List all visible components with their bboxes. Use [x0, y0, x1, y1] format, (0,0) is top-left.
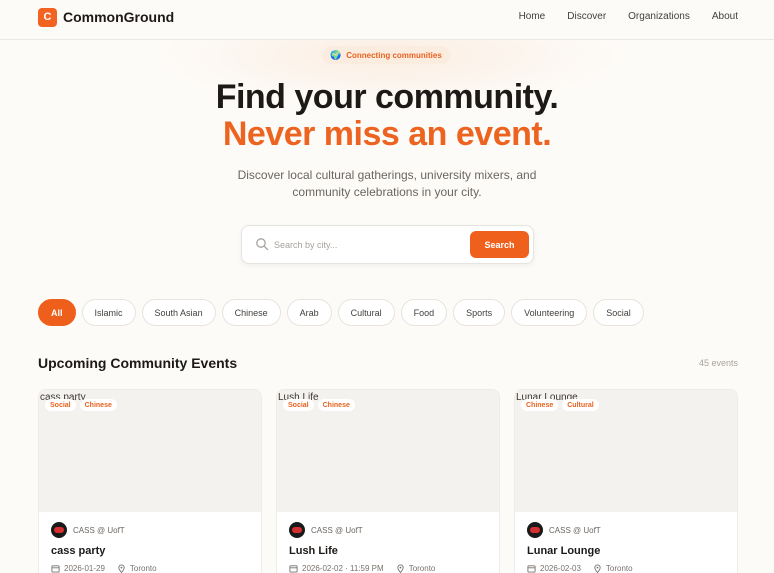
brand-logo[interactable]: C CommonGround [38, 7, 174, 27]
site-header: C CommonGround Home Discover Organizatio… [0, 0, 774, 40]
filter-arab[interactable]: Arab [286, 299, 332, 326]
location-pin-icon [118, 564, 125, 573]
event-card[interactable]: Lunar Lounge Chinese Cultural CASS @ Uof… [514, 389, 738, 573]
nav-organizations[interactable]: Organizations [628, 11, 690, 22]
events-section-title: Upcoming Community Events [38, 355, 238, 371]
event-tag: Social [283, 399, 314, 411]
filter-social[interactable]: Social [593, 299, 644, 326]
hero-badge: 🌍 Connecting communities [322, 46, 450, 64]
filter-volunteering[interactable]: Volunteering [511, 299, 588, 326]
organizer-name: CASS @ UofT [549, 525, 601, 535]
event-organizer: CASS @ UofT [527, 522, 601, 538]
category-filters: All Islamic South Asian Chinese Arab Cul… [38, 299, 644, 326]
search-button[interactable]: Search [470, 231, 529, 258]
event-tag: Chinese [317, 399, 355, 411]
event-card[interactable]: Lush Life Social Chinese CASS @ UofT Lus… [276, 389, 500, 573]
logo-icon: C [38, 7, 57, 27]
city-search-input[interactable] [274, 238, 454, 252]
hero-subtitle: Discover local cultural gatherings, univ… [237, 168, 537, 199]
organizer-name: CASS @ UofT [311, 525, 363, 535]
filter-south-asian[interactable]: South Asian [141, 299, 216, 326]
filter-food[interactable]: Food [400, 299, 448, 326]
event-tags: Social Chinese [283, 399, 355, 411]
event-date: 2026-01-29 [64, 564, 105, 573]
hero-title-line2: Never miss an event. [222, 115, 552, 153]
event-meta: 2026-02-02 · 11:59 PM Toronto [289, 564, 435, 573]
event-name: Lunar Lounge [527, 545, 601, 557]
calendar-icon [51, 565, 60, 573]
event-location: Toronto [605, 564, 633, 573]
event-organizer: CASS @ UofT [289, 522, 363, 538]
hero-badge-text: Connecting communities [346, 50, 442, 60]
event-tag: Cultural [562, 399, 599, 411]
event-location: Toronto [129, 564, 157, 573]
event-tags: Chinese Cultural [521, 399, 599, 411]
hero-title-line1: Find your community. [215, 78, 559, 116]
main-nav: Home Discover Organizations About [519, 11, 738, 22]
event-date: 2026-02-02 · 11:59 PM [302, 564, 384, 573]
event-name: Lush Life [289, 545, 338, 557]
organizer-avatar [527, 522, 543, 538]
calendar-icon [527, 565, 536, 573]
location-pin-icon [594, 564, 601, 573]
location-pin-icon [397, 564, 404, 573]
event-tag: Chinese [79, 399, 117, 411]
event-meta: 2026-01-29 Toronto [51, 564, 157, 573]
event-location: Toronto [408, 564, 436, 573]
event-tag: Chinese [521, 399, 559, 411]
event-tag: Social [45, 399, 76, 411]
organizer-avatar [51, 522, 67, 538]
filter-cultural[interactable]: Cultural [337, 299, 395, 326]
organizer-name: CASS @ UofT [73, 525, 125, 535]
brand-name: CommonGround [63, 9, 175, 25]
calendar-icon [289, 565, 298, 573]
filter-all[interactable]: All [38, 299, 76, 326]
organizer-avatar [289, 522, 305, 538]
event-card[interactable]: cass party Social Chinese CASS @ UofT ca… [38, 389, 262, 573]
event-name: cass party [51, 545, 106, 557]
filter-sports[interactable]: Sports [453, 299, 506, 326]
nav-discover[interactable]: Discover [567, 11, 606, 22]
nav-home[interactable]: Home [519, 11, 546, 22]
city-search-bar: Search [241, 225, 534, 264]
nav-about[interactable]: About [712, 11, 738, 22]
event-meta: 2026-02-03 Toronto [527, 564, 633, 573]
globe-icon: 🌍 [330, 49, 342, 60]
filter-chinese[interactable]: Chinese [221, 299, 281, 326]
events-count: 45 events [698, 358, 738, 368]
event-date: 2026-02-03 [540, 564, 581, 573]
event-organizer: CASS @ UofT [51, 522, 125, 538]
event-tags: Social Chinese [45, 399, 117, 411]
filter-islamic[interactable]: Islamic [81, 299, 136, 326]
search-icon [256, 238, 269, 251]
